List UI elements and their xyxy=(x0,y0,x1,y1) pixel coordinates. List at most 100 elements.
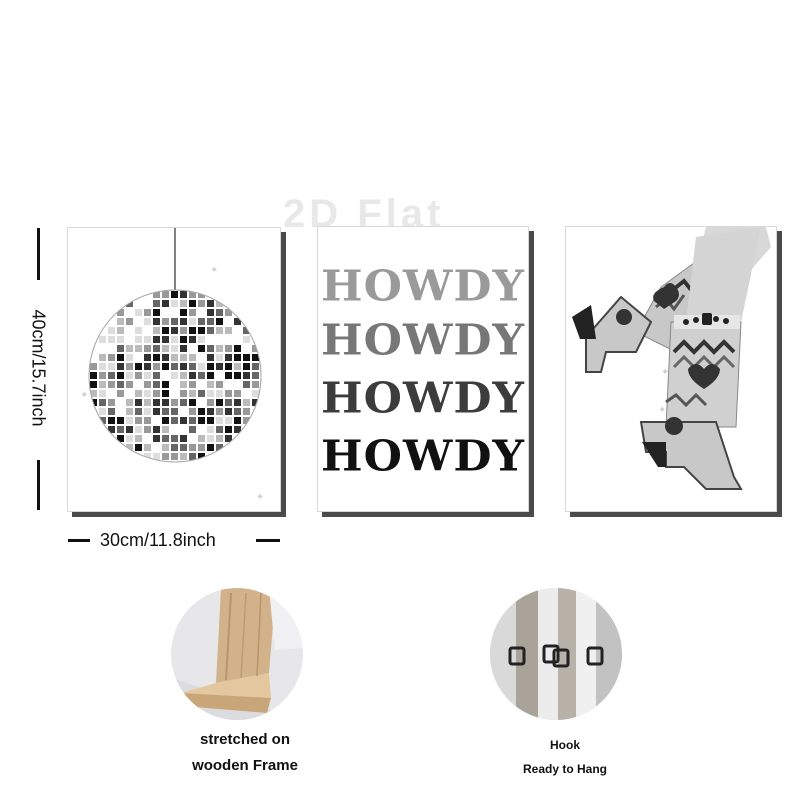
disco-ball-tile xyxy=(171,318,178,325)
disco-ball-illustration: ✦ ✦ ✦ xyxy=(80,228,264,503)
disco-ball-tile xyxy=(189,453,196,460)
disco-ball-tile xyxy=(198,426,205,433)
disco-ball-tile xyxy=(171,336,178,343)
disco-ball-tile xyxy=(135,399,142,406)
disco-ball-tile xyxy=(135,300,142,307)
disco-ball-tile xyxy=(216,417,223,424)
disco-ball-tile xyxy=(144,309,151,316)
disco-ball-tile xyxy=(99,381,106,388)
disco-ball-tile xyxy=(180,444,187,451)
disco-ball-tile xyxy=(153,435,160,442)
height-dimension-label: 40cm/15.7inch xyxy=(28,309,49,427)
disco-ball-tile xyxy=(135,345,142,352)
disco-ball-tile xyxy=(216,318,223,325)
disco-ball-tile xyxy=(207,372,214,379)
disco-ball-tile xyxy=(126,408,133,415)
disco-ball-tile xyxy=(189,426,196,433)
disco-ball-tile xyxy=(108,345,115,352)
disco-ball-tile xyxy=(225,345,232,352)
howdy-line-1: HOWDY xyxy=(321,262,525,311)
disco-ball-tile xyxy=(162,372,169,379)
disco-ball-tile xyxy=(162,399,169,406)
disco-ball-tile xyxy=(126,309,133,316)
disco-ball-tile xyxy=(108,372,115,379)
disco-ball-tile xyxy=(135,435,142,442)
disco-ball-tile xyxy=(135,390,142,397)
disco-ball-tile xyxy=(153,318,160,325)
disco-ball-tile xyxy=(234,399,241,406)
disco-ball-tile xyxy=(225,381,232,388)
disco-ball-tile xyxy=(216,381,223,388)
disco-ball-tile xyxy=(180,435,187,442)
disco-ball-tile xyxy=(225,408,232,415)
disco-ball-tile xyxy=(180,318,187,325)
disco-ball-tile xyxy=(198,345,205,352)
howdy-line-2: HOWDY xyxy=(321,316,525,365)
disco-ball-tile xyxy=(234,336,241,343)
disco-ball-tile xyxy=(225,417,232,424)
disco-ball-tile xyxy=(225,327,232,334)
disco-ball-tile xyxy=(171,435,178,442)
disco-ball-tile xyxy=(90,372,97,379)
disco-ball-tile xyxy=(198,354,205,361)
disco-ball-tile xyxy=(243,399,250,406)
disco-ball-tile xyxy=(153,390,160,397)
disco-ball-tile xyxy=(207,336,214,343)
disco-ball-tile xyxy=(153,372,160,379)
disco-ball-tile xyxy=(189,300,196,307)
disco-ball-tile xyxy=(198,390,205,397)
disco-ball-tile xyxy=(99,363,106,370)
disco-ball-tile xyxy=(117,336,124,343)
disco-ball-tile xyxy=(126,435,133,442)
disco-ball-panel: ✦ ✦ ✦ xyxy=(67,227,281,512)
disco-ball-tile xyxy=(108,381,115,388)
howdy-panel: HOWDY HOWDY HOWDY HOWDY xyxy=(317,226,529,512)
disco-ball-tile xyxy=(180,417,187,424)
disco-ball-tile xyxy=(162,426,169,433)
disco-ball-tile xyxy=(117,363,124,370)
disco-ball-tile xyxy=(171,444,178,451)
disco-ball-tile xyxy=(207,345,214,352)
disco-ball-tile xyxy=(234,372,241,379)
disco-ball-tile xyxy=(108,336,115,343)
disco-ball-tile xyxy=(243,345,250,352)
disco-ball-tile xyxy=(243,363,250,370)
disco-ball-tile xyxy=(117,417,124,424)
disco-ball-tile xyxy=(144,318,151,325)
disco-ball-tile xyxy=(144,345,151,352)
disco-ball-tile xyxy=(171,300,178,307)
svg-text:✦: ✦ xyxy=(80,390,88,401)
disco-ball-tile xyxy=(153,417,160,424)
disco-ball-tile xyxy=(180,309,187,316)
disco-ball-tile xyxy=(198,435,205,442)
disco-ball-tile xyxy=(216,363,223,370)
disco-ball-tile xyxy=(108,363,115,370)
disco-ball-tile xyxy=(198,417,205,424)
disco-ball-tile xyxy=(207,399,214,406)
disco-ball-tile xyxy=(126,363,133,370)
svg-text:✦: ✦ xyxy=(658,405,666,416)
disco-ball-tile xyxy=(171,408,178,415)
disco-ball-tile xyxy=(252,363,259,370)
disco-ball-tile xyxy=(126,372,133,379)
disco-ball-tile xyxy=(225,354,232,361)
disco-ball-tile xyxy=(144,327,151,334)
disco-ball-tile xyxy=(180,363,187,370)
disco-ball-tile xyxy=(144,363,151,370)
disco-ball-tile xyxy=(189,327,196,334)
disco-ball-tile xyxy=(162,381,169,388)
disco-ball-tile xyxy=(90,363,97,370)
disco-ball-tile xyxy=(135,372,142,379)
disco-ball-tile xyxy=(207,435,214,442)
disco-ball-tile xyxy=(207,381,214,388)
disco-ball-tile xyxy=(234,381,241,388)
disco-ball-tile xyxy=(189,363,196,370)
hook-caption-line-2: Ready to Hang xyxy=(522,762,607,776)
disco-ball-tile xyxy=(117,399,124,406)
disco-ball-tile xyxy=(99,372,106,379)
disco-ball-tile xyxy=(117,345,124,352)
disco-ball-tile xyxy=(144,372,151,379)
disco-ball-tile xyxy=(153,327,160,334)
disco-ball-tile xyxy=(180,327,187,334)
disco-ball-tile xyxy=(99,390,106,397)
